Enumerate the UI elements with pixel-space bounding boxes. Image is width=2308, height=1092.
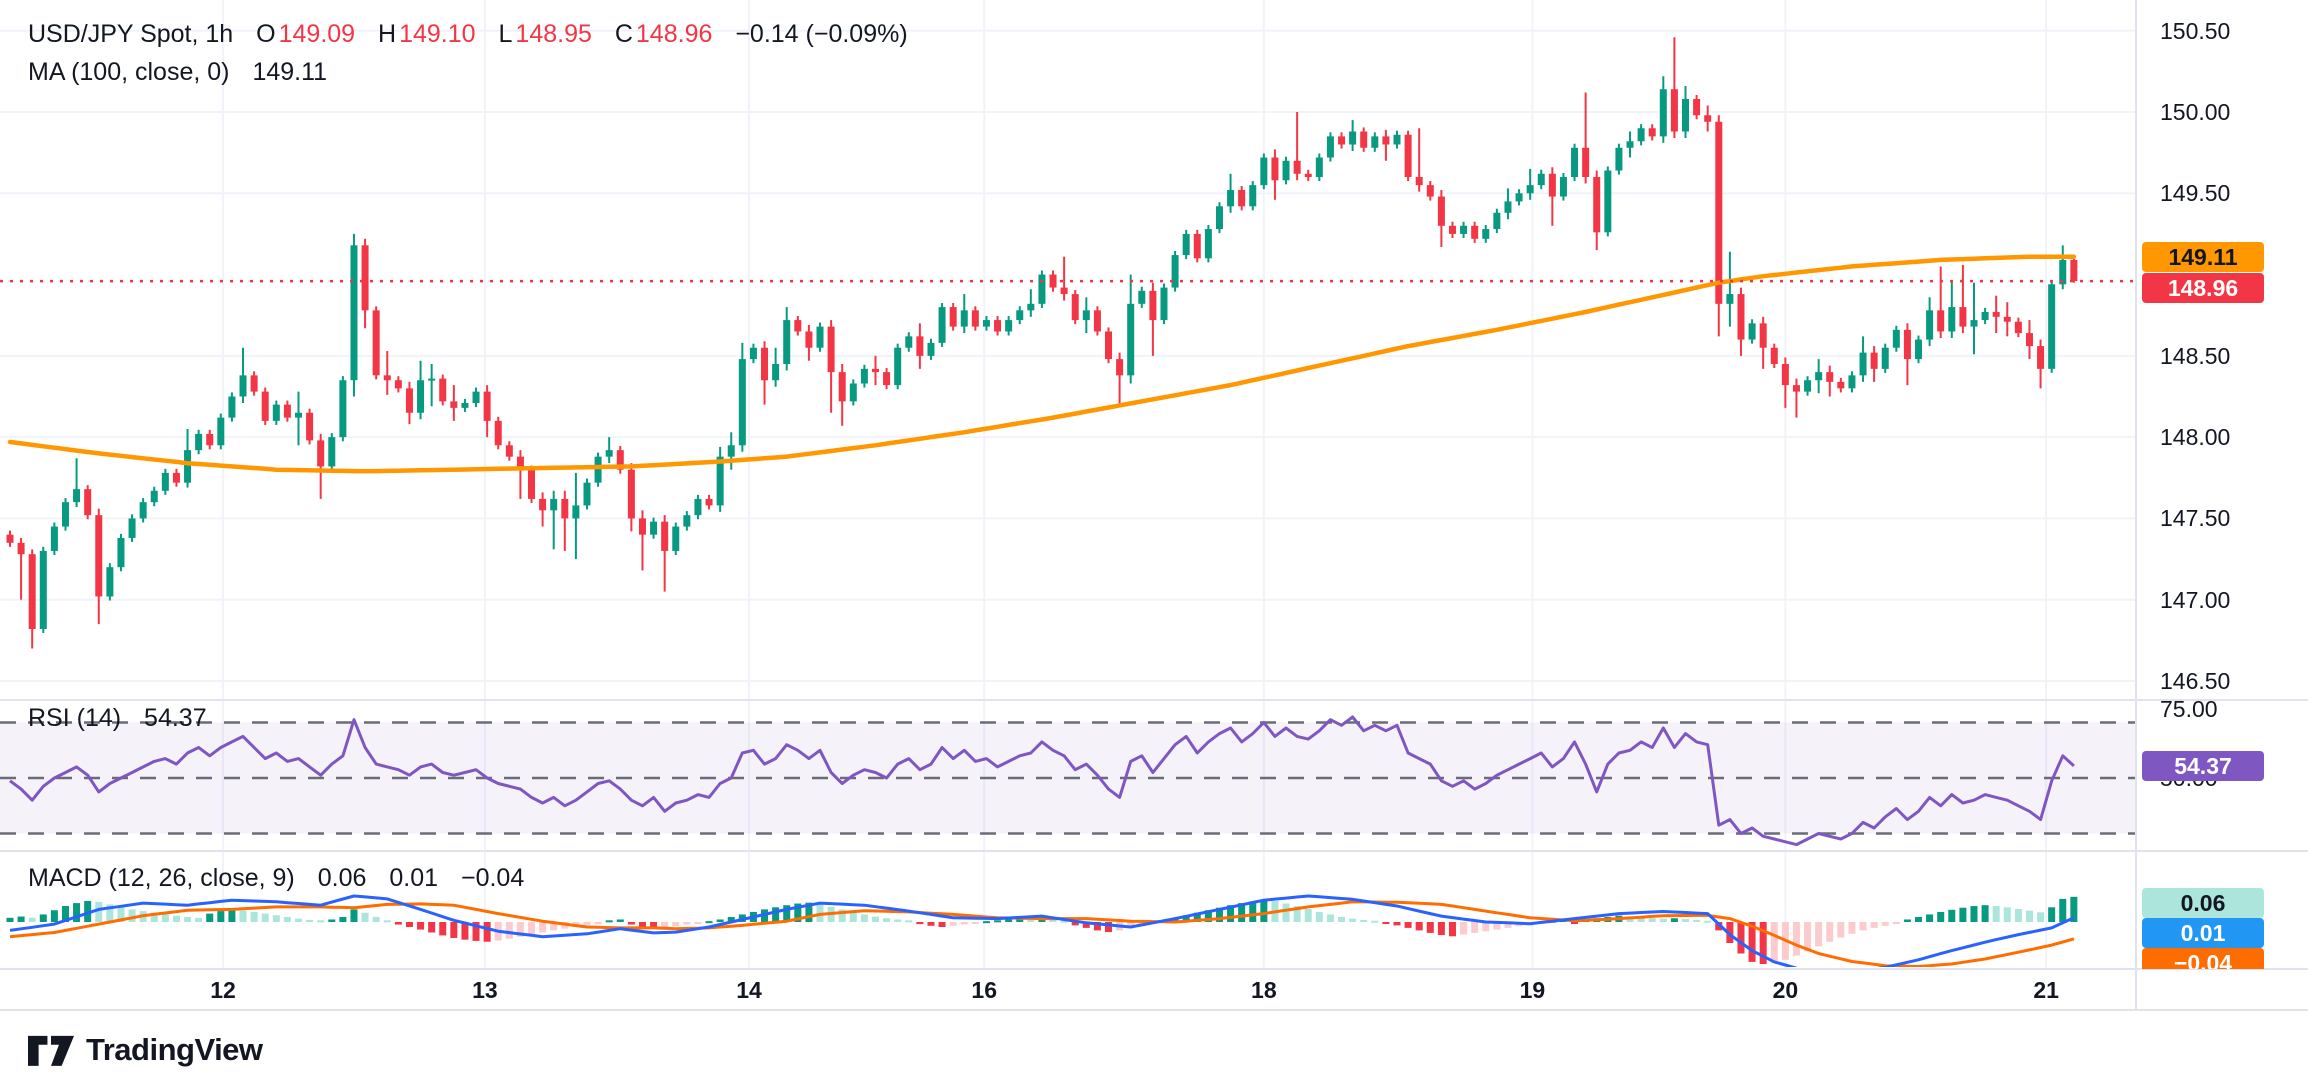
- ma-price-badge: 149.11: [2142, 242, 2264, 272]
- high-value: 149.10: [399, 20, 475, 48]
- price-axis-label: 150.50: [2160, 18, 2300, 45]
- rsi-value-badge: 54.37: [2142, 751, 2264, 781]
- close-label: C: [615, 20, 633, 48]
- time-axis-label: 12: [193, 977, 253, 1004]
- price-axis-label: 150.00: [2160, 99, 2300, 126]
- macd-signal-badge: −0.04: [2142, 948, 2264, 969]
- time-axis-label: 20: [1755, 977, 1815, 1004]
- rsi-axis-label: 75.00: [2160, 696, 2300, 723]
- tradingview-logo-text: TradingView: [86, 1032, 263, 1068]
- last-price-badge: 148.96: [2142, 273, 2264, 303]
- ma-label[interactable]: MA (100, close, 0): [28, 58, 229, 86]
- time-axis-label: 16: [954, 977, 1014, 1004]
- price-axis-label: 149.50: [2160, 180, 2300, 207]
- low-label: L: [499, 20, 513, 48]
- low-value: 148.95: [515, 20, 591, 48]
- price-axis-label: 147.00: [2160, 587, 2300, 614]
- rsi-value: 54.37: [144, 704, 207, 732]
- price-axis-label: 147.50: [2160, 505, 2300, 532]
- tradingview-chart-window: { "header": { "symbol": "USD/JPY Spot, 1…: [0, 0, 2308, 1092]
- macd-badge-area: 0.06 0.01 −0.04: [0, 851, 2308, 969]
- open-value: 149.09: [279, 20, 355, 48]
- time-axis-label: 13: [455, 977, 515, 1004]
- open-label: O: [256, 20, 275, 48]
- ma-legend: MA (100, close, 0) 149.11: [28, 58, 327, 87]
- rsi-legend: RSI (14) 54.37: [28, 704, 207, 733]
- tradingview-logo-icon: [28, 1028, 74, 1072]
- time-axis-label: 21: [2016, 977, 2076, 1004]
- rsi-label[interactable]: RSI (14): [28, 704, 121, 732]
- macd-hist-badge: 0.06: [2142, 888, 2264, 918]
- close-value: 148.96: [636, 20, 712, 48]
- time-axis-label: 14: [719, 977, 779, 1004]
- change-value: −0.14 (−0.09%): [735, 20, 907, 48]
- symbol-legend: USD/JPY Spot, 1h O149.09 H149.10 L148.95…: [28, 20, 908, 49]
- macd-line-badge: 0.01: [2142, 918, 2264, 948]
- symbol-title[interactable]: USD/JPY Spot, 1h: [28, 20, 233, 48]
- price-axis-label: 146.50: [2160, 668, 2300, 695]
- tradingview-logo[interactable]: TradingView: [28, 1028, 263, 1072]
- price-axis-label: 148.00: [2160, 424, 2300, 451]
- time-axis-label: 18: [1234, 977, 1294, 1004]
- time-axis-label: 19: [1502, 977, 1562, 1004]
- price-axis-label: 148.50: [2160, 343, 2300, 370]
- high-label: H: [378, 20, 396, 48]
- ma-value: 149.11: [252, 58, 327, 86]
